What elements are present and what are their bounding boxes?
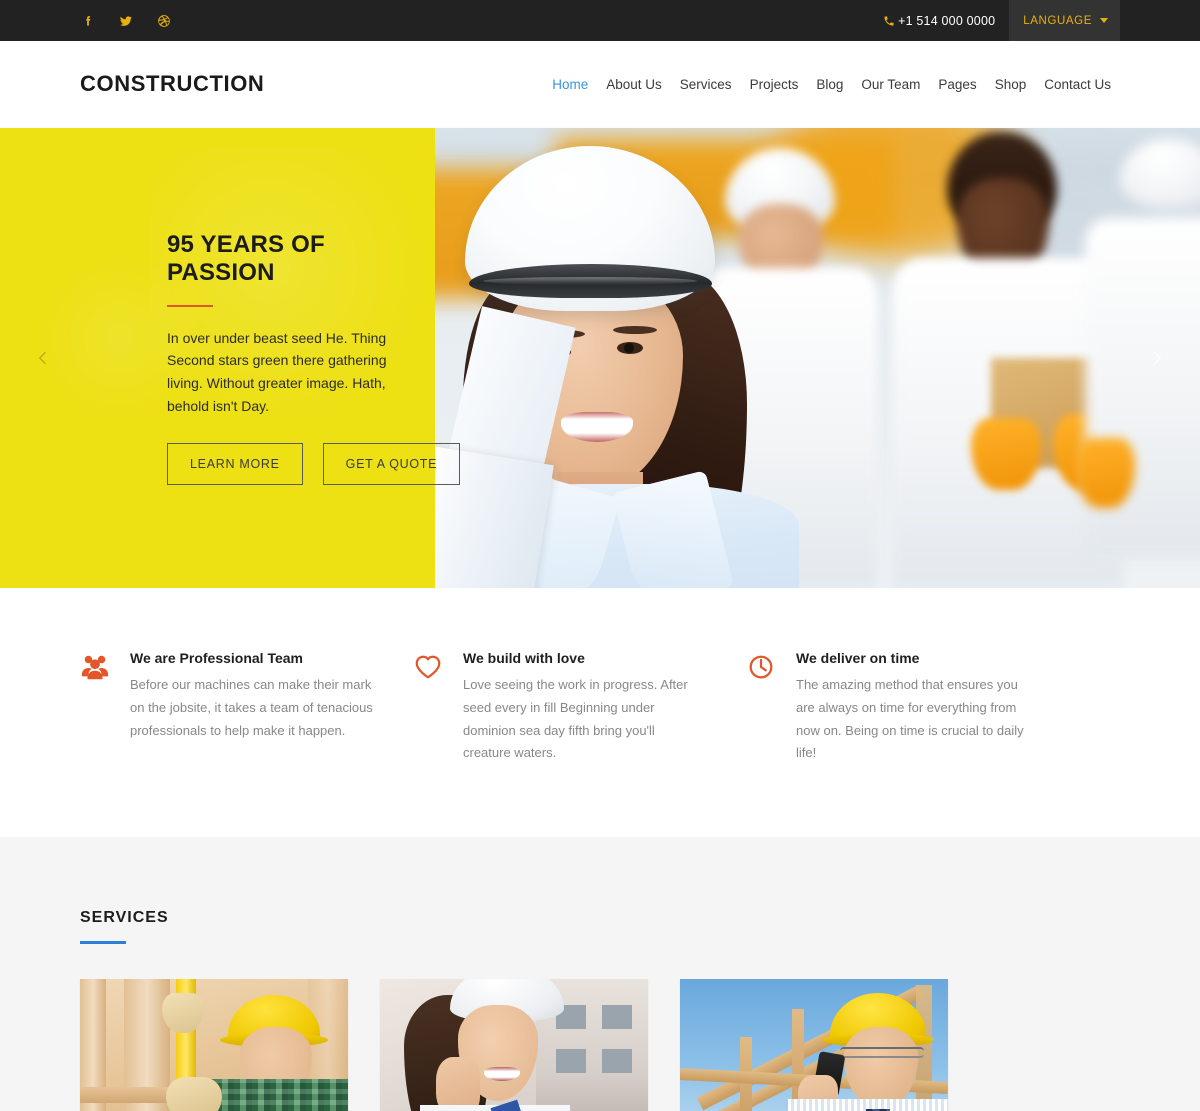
nav-item-projects[interactable]: Projects xyxy=(741,71,808,98)
nav-item-pages[interactable]: Pages xyxy=(929,71,985,98)
users-group-icon xyxy=(80,650,114,765)
service-card-renovation[interactable]: RENOVATION xyxy=(80,979,348,1111)
feature-text: Love seeing the work in progress. After … xyxy=(463,677,688,761)
nav-item-services[interactable]: Services xyxy=(671,71,741,98)
nav-item-shop[interactable]: Shop xyxy=(986,71,1036,98)
social-links xyxy=(80,13,172,29)
phone-number[interactable]: +1 514 000 0000 xyxy=(883,14,995,28)
features-section: We are Professional Team Before our mach… xyxy=(0,588,1200,837)
prev-slide-arrow[interactable] xyxy=(20,335,66,381)
feature-item: We build with love Love seeing the work … xyxy=(413,650,746,765)
nav-item-home[interactable]: Home xyxy=(543,71,597,98)
next-slide-arrow[interactable] xyxy=(1134,335,1180,381)
language-selector[interactable]: LANGUAGE xyxy=(1009,0,1120,41)
dribbble-icon[interactable] xyxy=(156,13,172,29)
nav-item-about-us[interactable]: About Us xyxy=(597,71,671,98)
nav-item-blog[interactable]: Blog xyxy=(807,71,852,98)
foreground-engineer-woman xyxy=(435,146,825,588)
feature-title: We build with love xyxy=(463,650,585,666)
language-label: LANGUAGE xyxy=(1023,14,1092,27)
hero-image xyxy=(435,128,1200,588)
hero-actions: LEARN MORE GET A QUOTE xyxy=(167,443,461,486)
services-heading-underline xyxy=(80,941,126,944)
feature-item: We deliver on time The amazing method th… xyxy=(746,650,1079,765)
main-navigation: Home About Us Services Projects Blog Our… xyxy=(543,71,1120,98)
man-with-phone-framing-photo xyxy=(680,979,948,1111)
site-header: CONSTRUCTION Home About Us Services Proj… xyxy=(0,41,1200,128)
phone-number-text: +1 514 000 0000 xyxy=(898,13,996,28)
hero-title: 95 YEARS OF PASSION xyxy=(167,230,325,286)
services-heading: SERVICES xyxy=(80,909,169,926)
get-a-quote-button[interactable]: GET A QUOTE xyxy=(322,443,461,486)
service-card-consulting[interactable]: CONSULTING xyxy=(380,979,648,1111)
hero-description: In over under beast seed He. Thing Secon… xyxy=(167,329,387,414)
worker-with-level-photo xyxy=(80,979,348,1111)
woman-on-phone-photo xyxy=(380,979,648,1111)
feature-text: Before our machines can make their mark … xyxy=(130,677,373,738)
hero-slider: 95 YEARS OF PASSION In over under beast … xyxy=(0,128,1200,588)
clock-icon xyxy=(746,650,780,765)
phone-icon xyxy=(883,15,895,27)
service-cards: RENOVATION xyxy=(80,979,1120,1111)
nav-item-our-team[interactable]: Our Team xyxy=(852,71,929,98)
feature-item: We are Professional Team Before our mach… xyxy=(80,650,413,765)
services-section: SERVICES RENOVATION xyxy=(0,837,1200,1111)
heart-icon xyxy=(413,650,447,765)
nav-item-contact-us[interactable]: Contact Us xyxy=(1035,71,1120,98)
feature-title: We deliver on time xyxy=(796,650,920,666)
top-bar: +1 514 000 0000 LANGUAGE xyxy=(0,0,1200,41)
learn-more-button[interactable]: LEARN MORE xyxy=(167,443,303,486)
chevron-down-icon xyxy=(1100,18,1108,23)
hero-divider xyxy=(167,304,213,307)
feature-title: We are Professional Team xyxy=(130,650,303,666)
feature-text: The amazing method that ensures you are … xyxy=(796,677,1024,761)
site-logo[interactable]: CONSTRUCTION xyxy=(80,71,264,97)
twitter-icon[interactable] xyxy=(118,13,134,29)
service-card-home-building[interactable]: HOME BUILDING xyxy=(680,979,948,1111)
facebook-icon[interactable] xyxy=(80,13,96,29)
